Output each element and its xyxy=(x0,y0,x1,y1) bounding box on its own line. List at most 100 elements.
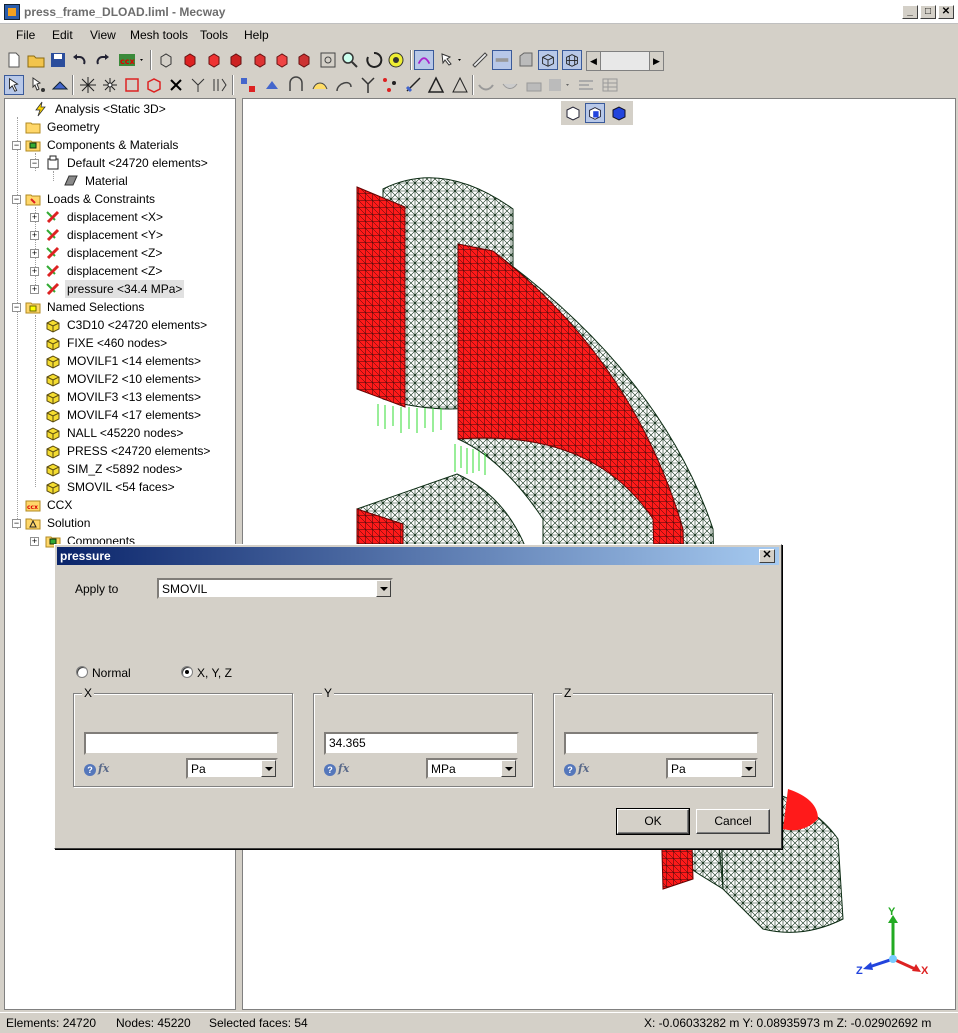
expander-components[interactable]: − xyxy=(12,141,21,150)
project-icon[interactable] xyxy=(404,75,424,95)
expander-disp-y[interactable]: + xyxy=(30,231,39,240)
radio-normal-label: Normal xyxy=(92,666,131,680)
select-arrow-icon[interactable] xyxy=(4,75,24,95)
scatter-nodes-icon[interactable] xyxy=(380,75,400,95)
expander-pressure[interactable]: + xyxy=(30,285,39,294)
merge-icon[interactable] xyxy=(188,75,208,95)
layers-icon[interactable] xyxy=(546,75,574,95)
svg-text:ccx: ccx xyxy=(120,57,135,66)
z-unit-select[interactable]: Pa xyxy=(666,758,758,779)
dropdown-arrow-icon[interactable] xyxy=(741,760,756,777)
extrude-icon[interactable] xyxy=(262,75,282,95)
expander-disp-z1[interactable]: + xyxy=(30,249,39,258)
view-right-icon[interactable] xyxy=(250,50,270,70)
view-front-icon[interactable] xyxy=(180,50,200,70)
zoom-icon[interactable] xyxy=(340,50,360,70)
status-bar: Elements: 24720 Nodes: 45220 Selected fa… xyxy=(0,1012,958,1033)
pan-icon[interactable] xyxy=(386,50,406,70)
view-wire-cube-icon[interactable] xyxy=(156,50,176,70)
undo-icon[interactable] xyxy=(70,50,90,70)
expander-loads[interactable]: − xyxy=(12,195,21,204)
triangle-outline-icon[interactable] xyxy=(450,75,470,95)
triangle-icon[interactable] xyxy=(426,75,446,95)
toolbar-separator xyxy=(232,75,234,95)
view-top-icon[interactable] xyxy=(272,50,292,70)
menu-file[interactable]: File xyxy=(16,28,35,42)
close-button[interactable]: ✕ xyxy=(938,5,954,19)
help-icon[interactable]: ? xyxy=(324,764,336,776)
dropdown-arrow-icon[interactable] xyxy=(376,580,391,597)
square-element-icon[interactable] xyxy=(122,75,142,95)
wireframe-cube-icon[interactable] xyxy=(538,50,558,70)
view-bottom-icon[interactable] xyxy=(294,50,314,70)
cancel-button[interactable]: Cancel xyxy=(696,809,770,834)
dropdown-arrow-icon[interactable] xyxy=(501,760,516,777)
menu-view[interactable]: View xyxy=(90,28,116,42)
view-left-icon[interactable] xyxy=(226,50,246,70)
z-value-input[interactable] xyxy=(564,732,759,755)
dropdown-arrow-icon[interactable] xyxy=(261,760,276,777)
expander-named-selections[interactable]: − xyxy=(12,303,21,312)
expander-default[interactable]: − xyxy=(30,159,39,168)
fork-icon[interactable] xyxy=(358,75,378,95)
slider-right-arrow-icon[interactable]: ▶ xyxy=(649,52,663,70)
view-back-icon[interactable] xyxy=(204,50,224,70)
apply-to-select[interactable]: SMOVIL xyxy=(157,578,393,599)
fx-icon[interactable]: fx xyxy=(338,762,349,775)
rotate-icon[interactable] xyxy=(364,50,384,70)
edge-icon[interactable] xyxy=(516,50,536,70)
open-folder-icon[interactable] xyxy=(26,50,46,70)
arrange-icon[interactable] xyxy=(576,75,596,95)
solid-icon[interactable] xyxy=(524,75,544,95)
mesh-cube-icon[interactable] xyxy=(562,50,582,70)
node-star-icon[interactable] xyxy=(100,75,120,95)
view-slider[interactable]: ◀ ▶ xyxy=(586,51,664,71)
minimize-button[interactable]: _ xyxy=(902,5,918,19)
select-node-icon[interactable] xyxy=(28,75,48,95)
maximize-button[interactable]: □ xyxy=(920,5,936,19)
redo-icon[interactable] xyxy=(92,50,112,70)
ccx-solve-icon[interactable]: ccx xyxy=(116,50,146,70)
slider-left-arrow-icon[interactable]: ◀ xyxy=(587,52,601,70)
zoom-fit-icon[interactable] xyxy=(318,50,338,70)
refine-icon[interactable] xyxy=(238,75,258,95)
table-icon[interactable] xyxy=(600,75,620,95)
new-file-icon[interactable] xyxy=(4,50,24,70)
ok-button[interactable]: OK xyxy=(616,808,690,835)
y-value-input[interactable]: 34.365 xyxy=(324,732,519,755)
x-value-input[interactable] xyxy=(84,732,279,755)
help-icon[interactable]: ? xyxy=(84,764,96,776)
select-face-icon[interactable] xyxy=(50,75,70,95)
save-icon[interactable] xyxy=(48,50,68,70)
dialog-close-button[interactable]: ✕ xyxy=(759,549,775,563)
curve-icon[interactable] xyxy=(334,75,354,95)
shell2-icon[interactable] xyxy=(500,75,520,95)
split-icon[interactable] xyxy=(210,75,230,95)
measure-icon[interactable] xyxy=(470,50,490,70)
expander-solution[interactable]: − xyxy=(12,519,21,528)
menu-mesh-tools[interactable]: Mesh tools xyxy=(130,28,188,42)
sweep-icon[interactable] xyxy=(310,75,330,95)
radio-normal[interactable] xyxy=(76,666,88,678)
shading-icon[interactable] xyxy=(492,50,512,70)
select-mode-icon[interactable] xyxy=(438,50,466,70)
fx-icon[interactable]: fx xyxy=(578,762,589,775)
expander-solution-components[interactable]: + xyxy=(30,537,39,546)
fx-icon[interactable]: fx xyxy=(98,762,109,775)
revolve-icon[interactable] xyxy=(286,75,306,95)
menu-help[interactable]: Help xyxy=(244,28,269,42)
explode-icon[interactable] xyxy=(78,75,98,95)
cube-element-icon[interactable] xyxy=(144,75,164,95)
x-unit-select[interactable]: Pa xyxy=(186,758,278,779)
y-unit-select[interactable]: MPa xyxy=(426,758,518,779)
help-icon[interactable]: ? xyxy=(564,764,576,776)
menu-edit[interactable]: Edit xyxy=(52,28,73,42)
delete-icon[interactable] xyxy=(166,75,186,95)
status-coordinates: X: -0.06033282 m Y: 0.08935973 m Z: -0.0… xyxy=(644,1016,932,1030)
shell-icon[interactable] xyxy=(476,75,496,95)
radio-xyz[interactable] xyxy=(181,666,193,678)
expander-disp-z2[interactable]: + xyxy=(30,267,39,276)
expander-disp-x[interactable]: + xyxy=(30,213,39,222)
show-loads-icon[interactable] xyxy=(414,50,434,70)
menu-tools[interactable]: Tools xyxy=(200,28,228,42)
